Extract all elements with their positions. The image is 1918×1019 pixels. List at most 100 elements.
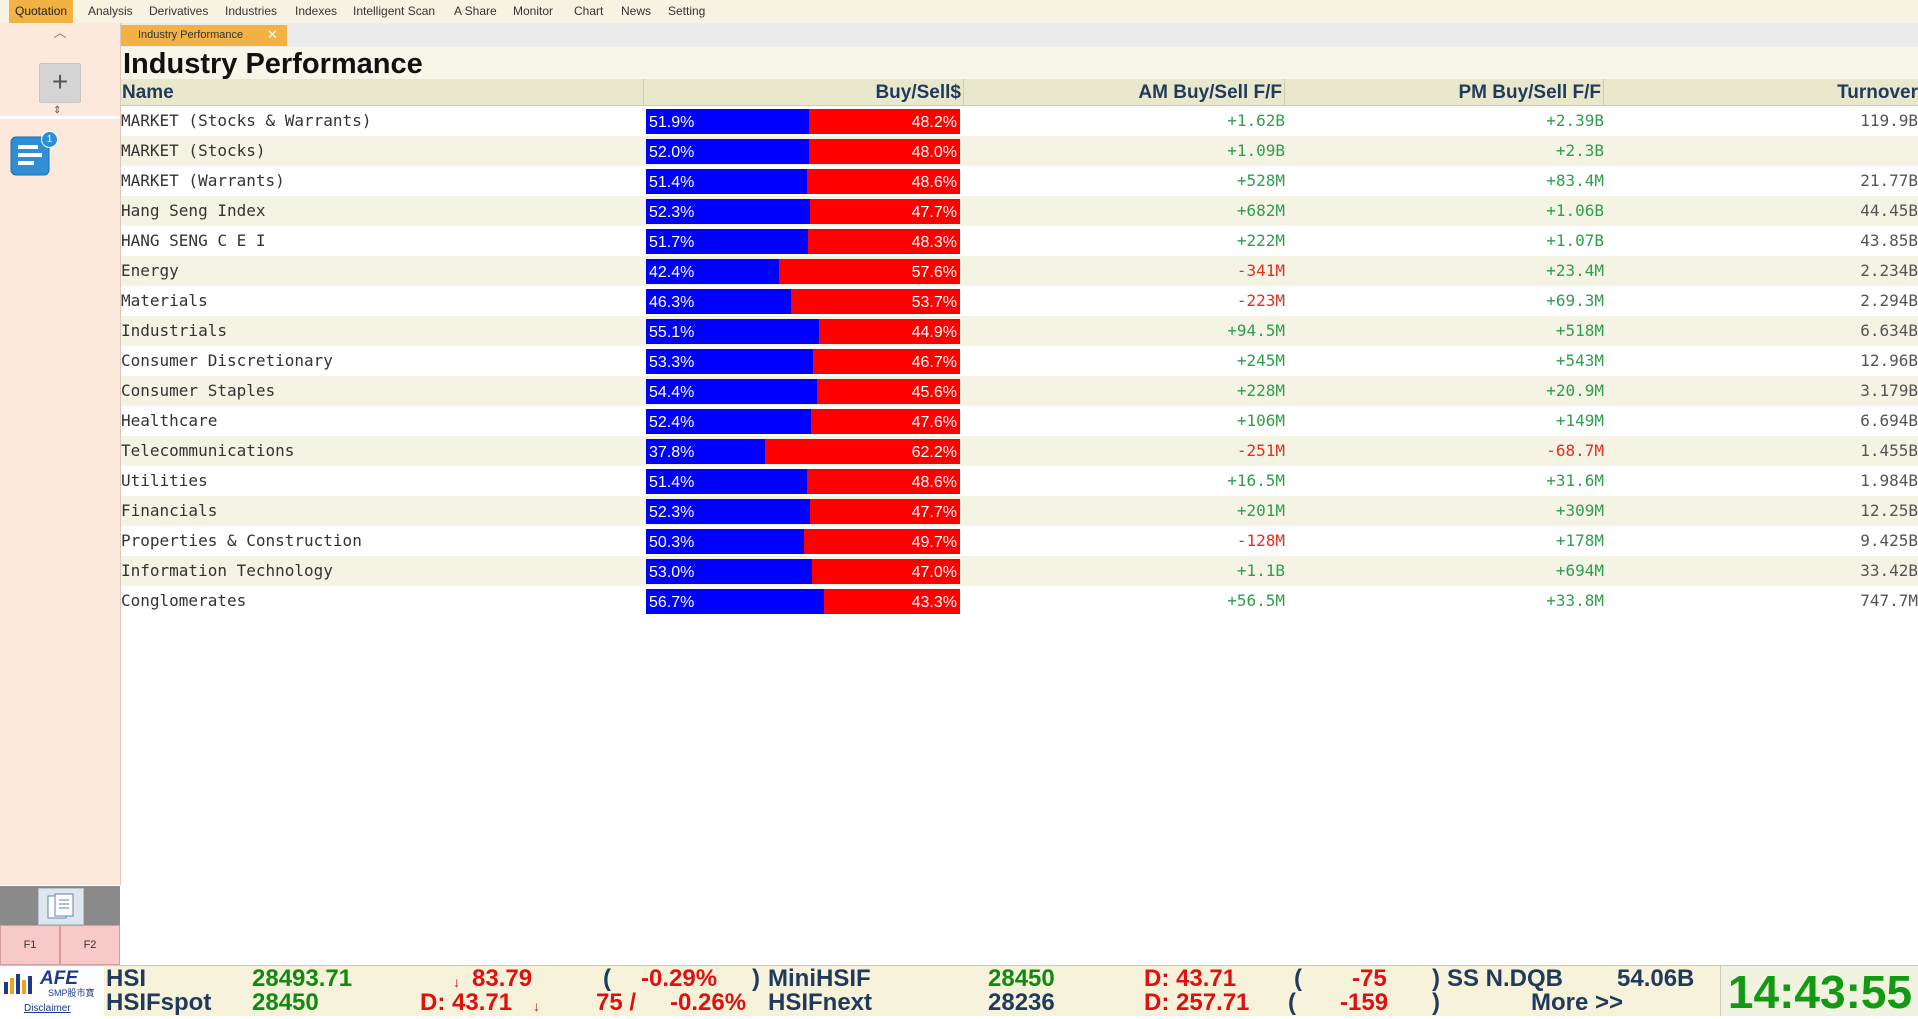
table-row[interactable]: Financials 52.3% 47.7% +201M +309M 12.25B	[121, 496, 1918, 526]
menu-intelligent-scan[interactable]: Intelligent Scan	[347, 0, 441, 23]
menu-analysis[interactable]: Analysis	[82, 0, 139, 23]
row-pm-value: +83.4M	[1546, 171, 1604, 190]
row-pm-value: -68.7M	[1546, 441, 1604, 460]
buy-portion: 51.7%	[646, 229, 809, 254]
row-name: Energy	[121, 261, 179, 280]
column-header-name[interactable]: Name	[121, 79, 644, 105]
clock: 14:43:55	[1720, 966, 1918, 1018]
ticker-paren-close: )	[752, 965, 760, 992]
tab-strip: Industry Performance ✕	[121, 23, 1918, 47]
ticker-hsifnext-name[interactable]: HSIFnext	[768, 990, 872, 1015]
sell-portion: 47.0%	[812, 559, 960, 584]
table-row[interactable]: Properties & Construction 50.3% 49.7% -128M…	[121, 526, 1918, 556]
row-turnover: 3.179B	[1860, 381, 1918, 400]
table-row[interactable]: HANG SENG C E I 51.7% 48.3% +222M +1.07B 43.8…	[121, 226, 1918, 256]
table-row[interactable]: Industrials 55.1% 44.9% +94.5M +518M 6.634B	[121, 316, 1918, 346]
table-row[interactable]: Consumer Staples 54.4% 45.6% +228M +20.9M 3.1…	[121, 376, 1918, 406]
table-row[interactable]: Materials 46.3% 53.7% -223M +69.3M 2.294B	[121, 286, 1918, 316]
menu-setting[interactable]: Setting	[662, 0, 711, 23]
menu-chart[interactable]: Chart	[568, 0, 609, 23]
table-row[interactable]: MARKET (Warrants) 51.4% 48.6% +528M +83.4M 21…	[121, 166, 1918, 196]
table-row[interactable]: Information Technology 53.0% 47.0% +1.1B +69…	[121, 556, 1918, 586]
table-row[interactable]: Utilities 51.4% 48.6% +16.5M +31.6M 1.984B	[121, 466, 1918, 496]
table-row[interactable]: Energy 42.4% 57.6% -341M +23.4M 2.234B	[121, 256, 1918, 286]
menu-quotation[interactable]: Quotation	[9, 0, 74, 23]
buy-sell-bar: 55.1% 44.9%	[646, 319, 960, 344]
buy-sell-bar: 37.8% 62.2%	[646, 439, 960, 464]
row-am-value: -251M	[1236, 441, 1285, 460]
menu-a-share[interactable]: A Share	[448, 0, 503, 23]
ticker-ss-name[interactable]: SS N.DQB	[1447, 966, 1563, 991]
row-am-value: +228M	[1236, 381, 1285, 400]
row-turnover: 747.7M	[1860, 591, 1918, 610]
row-name: Consumer Staples	[121, 381, 276, 400]
ticker-paren-open-2: (	[1294, 965, 1302, 992]
table-row[interactable]: Healthcare 52.4% 47.6% +106M +149M 6.694B	[121, 406, 1918, 436]
table-row[interactable]: MARKET (Stocks & Warrants) 51.9% 48.2% +1.6…	[121, 106, 1918, 136]
row-name: Materials	[121, 291, 208, 310]
buy-portion: 52.0%	[646, 139, 810, 164]
sell-portion: 44.9%	[819, 319, 960, 344]
column-header-am[interactable]: AM Buy/Sell F/F	[964, 79, 1285, 105]
layout-icon[interactable]	[38, 888, 84, 925]
table-row[interactable]: Hang Seng Index 52.3% 47.7% +682M +1.06B 44.4…	[121, 196, 1918, 226]
close-tab-icon[interactable]: ✕	[267, 27, 278, 43]
table-row[interactable]: Telecommunications 37.8% 62.2% -251M -68.7M 1…	[121, 436, 1918, 466]
ticker-hsi-change: 83.79	[472, 965, 533, 992]
sidebar-tool-area	[0, 886, 120, 925]
f2-button[interactable]: F2	[60, 925, 120, 965]
buy-portion: 51.9%	[646, 109, 809, 134]
table-row[interactable]: Conglomerates 56.7% 43.3% +56.5M +33.8M 747.7…	[121, 586, 1918, 616]
afe-logo: AFE SMP股市寶 Disclaimer	[0, 966, 104, 1016]
row-name: Financials	[121, 501, 218, 520]
collapse-up-icon[interactable]: ︿	[50, 26, 70, 40]
more-link[interactable]: More >>	[1531, 990, 1623, 1015]
buy-sell-bar: 52.4% 47.6%	[646, 409, 960, 434]
buy-sell-bar: 51.4% 48.6%	[646, 469, 960, 494]
menu-news[interactable]: News	[615, 0, 657, 23]
row-name: HANG SENG C E I	[121, 231, 266, 250]
row-pm-value: +20.9M	[1546, 381, 1604, 400]
sell-portion: 49.7%	[803, 529, 960, 554]
f1-button[interactable]: F1	[0, 925, 60, 965]
row-am-value: +682M	[1236, 201, 1285, 220]
market-ticker-bar: AFE SMP股市寶 Disclaimer HSI 28493.71 ↓ 83.…	[0, 965, 1918, 1018]
ticker-minihsif-name[interactable]: MiniHSIF	[768, 966, 871, 991]
sell-portion: 48.6%	[807, 169, 960, 194]
resize-handle-icon[interactable]: ⇕	[53, 105, 61, 116]
down-arrow-icon-2: ↓	[533, 998, 540, 1014]
ticker-minihsif-value: 28450	[988, 965, 1055, 992]
menu-indexes[interactable]: Indexes	[289, 0, 343, 23]
ticker-hsifspot-name[interactable]: HSIFspot	[106, 990, 211, 1015]
ticker-hsifnext-value: 28236	[988, 989, 1055, 1016]
row-pm-value: +309M	[1555, 501, 1604, 520]
row-name: Properties & Construction	[121, 531, 362, 550]
disclaimer-link[interactable]: Disclaimer	[24, 1003, 71, 1014]
ticker-hsifnext-change: -159	[1340, 989, 1389, 1016]
row-am-value: +222M	[1236, 231, 1285, 250]
menu-industries[interactable]: Industries	[219, 0, 283, 23]
column-header-turnover[interactable]: Turnover	[1604, 79, 1918, 105]
table-row[interactable]: Consumer Discretionary 53.3% 46.7% +245M +54…	[121, 346, 1918, 376]
buy-sell-bar: 51.4% 48.6%	[646, 169, 960, 194]
row-pm-value: +694M	[1555, 561, 1604, 580]
row-am-value: +201M	[1236, 501, 1285, 520]
row-name: MARKET (Stocks & Warrants)	[121, 111, 372, 130]
row-am-value: -341M	[1236, 261, 1285, 280]
buy-portion: 56.7%	[646, 589, 825, 614]
menu-monitor[interactable]: Monitor	[507, 0, 559, 23]
table-row[interactable]: MARKET (Stocks) 52.0% 48.0% +1.09B +2.3B	[121, 136, 1918, 166]
menu-derivatives[interactable]: Derivatives	[143, 0, 214, 23]
function-keys: F1 F2	[0, 925, 120, 965]
tab-industry-performance[interactable]: Industry Performance ✕	[121, 25, 287, 46]
row-pm-value: +2.3B	[1555, 141, 1604, 160]
column-header-buysell[interactable]: Buy/Sell$	[644, 79, 964, 105]
add-panel-button[interactable]: +	[39, 63, 81, 103]
ticker-hsi-name[interactable]: HSI	[106, 966, 146, 991]
row-pm-value: +2.39B	[1546, 111, 1604, 130]
buy-sell-bar: 51.9% 48.2%	[646, 109, 960, 134]
column-header-pm[interactable]: PM Buy/Sell F/F	[1285, 79, 1604, 105]
sell-portion: 57.6%	[779, 259, 960, 284]
sidebar-divider	[0, 116, 120, 119]
row-am-value: +528M	[1236, 171, 1285, 190]
